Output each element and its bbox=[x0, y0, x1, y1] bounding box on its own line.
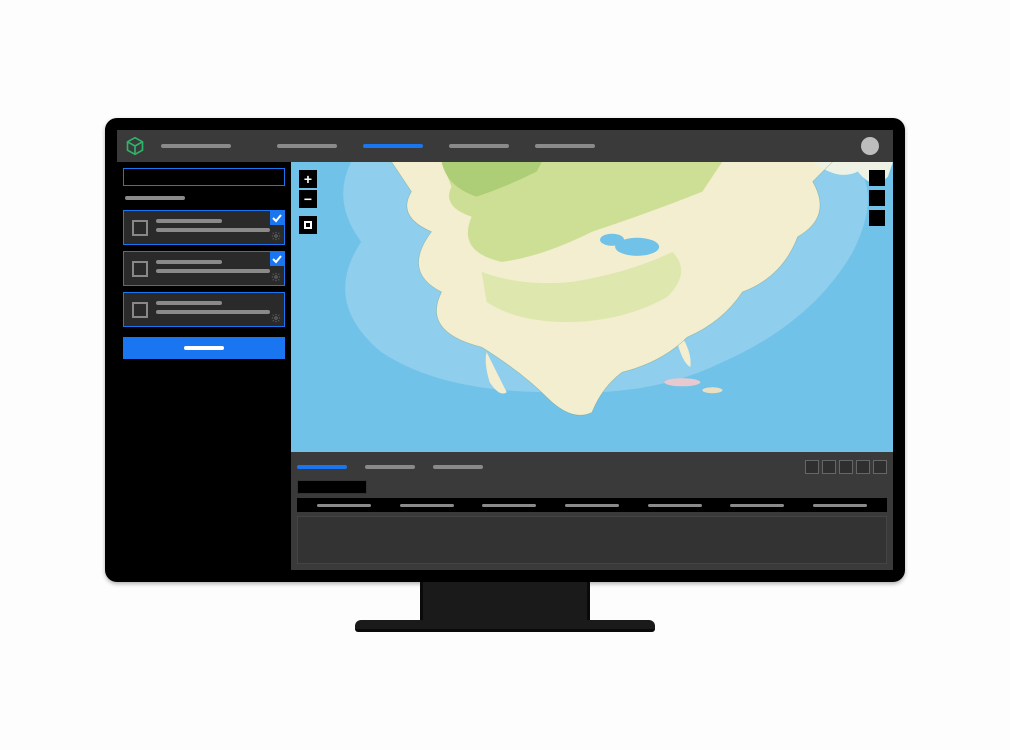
zoom-out-button[interactable]: − bbox=[299, 190, 317, 208]
card-title bbox=[156, 301, 222, 305]
map-zoom-controls: + − bbox=[299, 170, 317, 234]
table-header bbox=[297, 498, 887, 512]
gear-icon[interactable] bbox=[271, 231, 281, 241]
plus-icon: + bbox=[304, 172, 312, 186]
card-subtitle bbox=[156, 269, 270, 273]
map-canvas bbox=[291, 162, 893, 452]
sidebar-search-input[interactable] bbox=[123, 168, 285, 186]
bottom-tab-2[interactable] bbox=[433, 465, 483, 469]
bottom-tabs bbox=[297, 458, 887, 476]
map-tool-1[interactable] bbox=[869, 190, 885, 206]
map-tool-2[interactable] bbox=[869, 210, 885, 226]
bottom-control-0[interactable] bbox=[805, 460, 819, 474]
table-col-2[interactable] bbox=[482, 504, 536, 507]
top-navbar bbox=[117, 130, 893, 162]
bottom-search-input[interactable] bbox=[297, 480, 367, 494]
brand-label bbox=[161, 144, 231, 148]
app-screen: + − bbox=[117, 130, 893, 570]
bottom-controls bbox=[805, 460, 887, 474]
square-icon bbox=[304, 221, 312, 229]
content-area: + − bbox=[117, 162, 893, 570]
card-checked-badge bbox=[270, 252, 284, 266]
table-col-6[interactable] bbox=[813, 504, 867, 507]
table-col-5[interactable] bbox=[730, 504, 784, 507]
sidebar-card-0[interactable] bbox=[123, 210, 285, 245]
table-col-3[interactable] bbox=[565, 504, 619, 507]
user-avatar[interactable] bbox=[861, 137, 879, 155]
nav-items bbox=[277, 144, 595, 148]
card-checked-badge bbox=[270, 211, 284, 225]
map-viewport[interactable]: + − bbox=[291, 162, 893, 452]
table-col-1[interactable] bbox=[400, 504, 454, 507]
nav-item-2[interactable] bbox=[449, 144, 509, 148]
card-checkbox[interactable] bbox=[132, 261, 148, 277]
nav-item-3[interactable] bbox=[535, 144, 595, 148]
minus-icon: − bbox=[304, 192, 312, 206]
app-logo-icon bbox=[125, 136, 145, 156]
monitor-bezel: + − bbox=[105, 118, 905, 582]
bottom-control-3[interactable] bbox=[856, 460, 870, 474]
card-subtitle bbox=[156, 310, 270, 314]
sidebar-primary-button[interactable] bbox=[123, 337, 285, 359]
card-title bbox=[156, 260, 222, 264]
nav-item-0[interactable] bbox=[277, 144, 337, 148]
primary-button-label bbox=[184, 346, 224, 350]
monitor-stand-base bbox=[355, 620, 655, 632]
gear-icon[interactable] bbox=[271, 272, 281, 282]
card-checkbox[interactable] bbox=[132, 220, 148, 236]
table-body[interactable] bbox=[297, 516, 887, 564]
gear-icon[interactable] bbox=[271, 313, 281, 323]
main-panel: + − bbox=[291, 162, 893, 570]
sidebar bbox=[117, 162, 291, 570]
sidebar-card-1[interactable] bbox=[123, 251, 285, 286]
nav-item-1[interactable] bbox=[363, 144, 423, 148]
extent-button[interactable] bbox=[299, 216, 317, 234]
bottom-control-2[interactable] bbox=[839, 460, 853, 474]
bottom-tab-0[interactable] bbox=[297, 465, 347, 469]
monitor-stand-neck bbox=[420, 582, 590, 620]
zoom-in-button[interactable]: + bbox=[299, 170, 317, 188]
bottom-panel bbox=[291, 452, 893, 570]
card-title bbox=[156, 219, 222, 223]
card-subtitle bbox=[156, 228, 270, 232]
monitor-frame: + − bbox=[105, 118, 905, 632]
map-side-tools bbox=[869, 170, 885, 226]
sidebar-card-2[interactable] bbox=[123, 292, 285, 327]
card-checkbox[interactable] bbox=[132, 302, 148, 318]
sidebar-heading bbox=[125, 196, 185, 200]
map-tool-0[interactable] bbox=[869, 170, 885, 186]
bottom-control-4[interactable] bbox=[873, 460, 887, 474]
bottom-control-1[interactable] bbox=[822, 460, 836, 474]
table-col-0[interactable] bbox=[317, 504, 371, 507]
bottom-tab-1[interactable] bbox=[365, 465, 415, 469]
table-col-4[interactable] bbox=[648, 504, 702, 507]
